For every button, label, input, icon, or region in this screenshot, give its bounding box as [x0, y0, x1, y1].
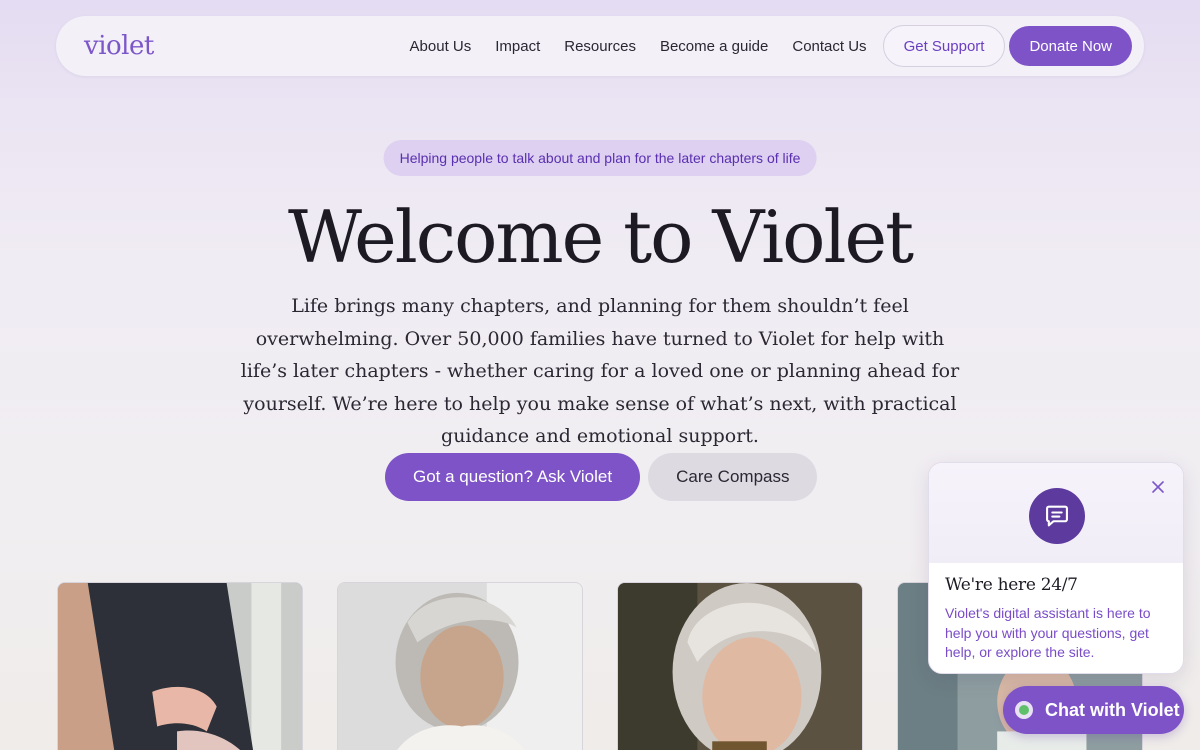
- donate-now-button[interactable]: Donate Now: [1009, 26, 1132, 66]
- chat-popup-heading: We're here 24/7: [945, 575, 1078, 595]
- hero-title: Welcome to Violet: [287, 195, 914, 279]
- hand-on-shoulder-photo: [58, 583, 302, 750]
- hero-tagline-badge: Helping people to talk about and plan fo…: [383, 140, 817, 176]
- ask-violet-button[interactable]: Got a question? Ask Violet: [385, 453, 641, 501]
- story-card-image-1[interactable]: [57, 582, 303, 750]
- online-status-icon: [1015, 701, 1033, 719]
- close-icon[interactable]: [1149, 479, 1167, 497]
- chat-popup-description: Violet's digital assistant is here to he…: [945, 605, 1151, 660]
- get-support-button[interactable]: Get Support: [882, 25, 1006, 67]
- elderly-woman-portrait-photo: [338, 583, 582, 750]
- nav-link-contact-us[interactable]: Contact Us: [792, 38, 866, 55]
- nav-link-resources[interactable]: Resources: [564, 38, 636, 55]
- nav-link-become-a-guide[interactable]: Become a guide: [660, 38, 768, 55]
- nav-link-impact[interactable]: Impact: [495, 38, 540, 55]
- chat-bubble-icon: [1029, 488, 1085, 544]
- violet-logo[interactable]: violet: [84, 31, 154, 61]
- top-navigation: violet About Us Impact Resources Become …: [56, 16, 1144, 76]
- care-compass-button[interactable]: Care Compass: [648, 453, 818, 501]
- story-card-image-3[interactable]: [617, 582, 863, 750]
- smiling-woman-photo: [618, 583, 862, 750]
- chat-with-violet-button[interactable]: Chat with Violet: [1003, 686, 1184, 734]
- nav-link-about-us[interactable]: About Us: [410, 38, 472, 55]
- hero-cta-group: Got a question? Ask Violet Care Compass: [385, 453, 818, 501]
- story-card-image-2[interactable]: [337, 582, 583, 750]
- chat-assistant-popup: We're here 24/7 Violet's digital assista…: [928, 462, 1184, 674]
- chat-launcher-label: Chat with Violet: [1045, 699, 1180, 720]
- hero-description: Life brings many chapters, and planning …: [240, 295, 960, 447]
- chat-popup-header: [929, 463, 1183, 563]
- nav-links: About Us Impact Resources Become a guide…: [410, 25, 1132, 67]
